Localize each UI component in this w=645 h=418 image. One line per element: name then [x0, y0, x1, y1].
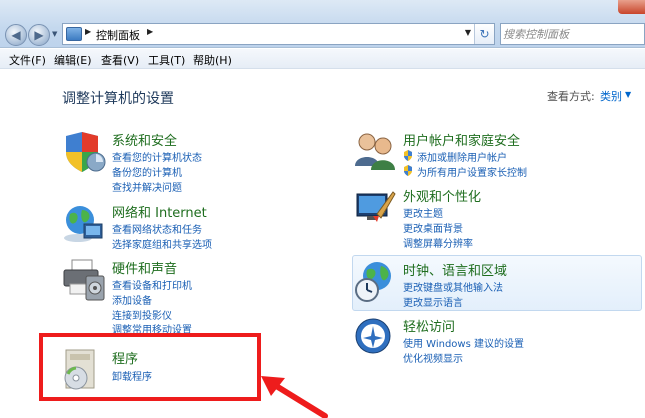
link-backup[interactable]: 备份您的计算机: [112, 164, 182, 179]
link-add-remove-users-label: 添加或删除用户帐户: [417, 153, 507, 164]
link-view-status[interactable]: 查看您的计算机状态: [112, 149, 202, 164]
link-change-theme[interactable]: 更改主题: [403, 205, 443, 220]
search-input[interactable]: [503, 25, 628, 43]
appearance-icon[interactable]: [353, 186, 397, 230]
link-display-language[interactable]: 更改显示语言: [403, 294, 463, 309]
users-icon[interactable]: [353, 130, 397, 174]
menu-help[interactable]: 帮助(H): [193, 52, 232, 68]
uac-shield-icon: [404, 165, 412, 176]
ease-of-access-icon[interactable]: [353, 316, 397, 360]
shield-icon[interactable]: [62, 130, 106, 174]
forward-button[interactable]: ▶: [28, 24, 50, 46]
link-optimize-display[interactable]: 优化视频显示: [403, 350, 463, 365]
annotation-highlight-box: [39, 333, 261, 401]
address-dropdown-icon[interactable]: ▼: [465, 28, 471, 37]
menu-view[interactable]: 查看(V): [101, 52, 139, 68]
category-title-users[interactable]: 用户帐户和家庭安全: [403, 130, 520, 149]
link-troubleshoot[interactable]: 查找并解决问题: [112, 179, 182, 194]
uac-shield-icon: [404, 150, 412, 161]
control-panel-icon: [66, 27, 82, 41]
breadcrumb-separator-icon[interactable]: ▶: [85, 27, 91, 36]
menu-bar: 文件(F) 编辑(E) 查看(V) 工具(T) 帮助(H): [0, 49, 645, 69]
link-windows-suggested[interactable]: 使用 Windows 建议的设置: [403, 335, 524, 350]
back-button[interactable]: ◀: [5, 24, 27, 46]
link-keyboard-input[interactable]: 更改键盘或其他输入法: [403, 279, 503, 294]
link-homegroup[interactable]: 选择家庭组和共享选项: [112, 236, 212, 251]
link-desktop-background[interactable]: 更改桌面背景: [403, 220, 463, 235]
address-field[interactable]: ▶ 控制面板 ▶ ▼ ↻: [62, 23, 495, 45]
content-area: 调整计算机的设置 查看方式: 类别 ▼ 系统和安全 查看您的计算机状态 备份您的…: [0, 70, 645, 418]
back-arrow-icon: ◀: [11, 28, 21, 42]
category-title-appearance[interactable]: 外观和个性化: [403, 186, 481, 205]
page-title: 调整计算机的设置: [62, 91, 174, 107]
link-screen-resolution[interactable]: 调整屏幕分辨率: [403, 235, 473, 250]
recent-pages-dropdown[interactable]: ▼: [52, 30, 60, 40]
view-by-dropdown-icon[interactable]: ▼: [625, 90, 631, 99]
clock-globe-icon[interactable]: [353, 260, 397, 304]
view-by-label: 查看方式:: [547, 90, 595, 103]
category-title-hardware[interactable]: 硬件和声音: [112, 258, 177, 277]
window-close-button[interactable]: [618, 0, 645, 14]
category-title-clock[interactable]: 时钟、语言和区域: [403, 260, 507, 279]
annotation-arrow-icon: [261, 376, 328, 418]
search-box[interactable]: [500, 23, 645, 45]
printer-icon[interactable]: [62, 258, 106, 302]
category-title-system[interactable]: 系统和安全: [112, 130, 177, 149]
link-parental-controls-label: 为所有用户设置家长控制: [417, 168, 527, 179]
link-devices-printers[interactable]: 查看设备和打印机: [112, 277, 192, 292]
view-by-select[interactable]: 类别: [600, 88, 622, 104]
menu-edit[interactable]: 编辑(E): [54, 52, 92, 68]
menu-tools[interactable]: 工具(T): [148, 52, 185, 68]
menu-file[interactable]: 文件(F): [9, 52, 46, 68]
forward-arrow-icon: ▶: [34, 28, 44, 42]
link-add-device[interactable]: 添加设备: [112, 292, 152, 307]
refresh-button[interactable]: ↻: [474, 24, 494, 44]
network-globe-icon[interactable]: [62, 202, 106, 246]
breadcrumb-control-panel[interactable]: 控制面板: [96, 27, 140, 43]
category-title-ease[interactable]: 轻松访问: [403, 316, 455, 335]
refresh-icon: ↻: [479, 27, 490, 41]
address-bar: ◀ ▶ ▼ ▶ 控制面板 ▶ ▼ ↻: [0, 0, 645, 48]
link-add-remove-users[interactable]: 添加或删除用户帐户: [403, 149, 507, 164]
category-title-network[interactable]: 网络和 Internet: [112, 202, 207, 221]
link-network-status[interactable]: 查看网络状态和任务: [112, 221, 202, 236]
breadcrumb-separator-icon[interactable]: ▶: [147, 27, 153, 36]
link-parental-controls[interactable]: 为所有用户设置家长控制: [403, 164, 527, 179]
link-projector[interactable]: 连接到投影仪: [112, 307, 172, 322]
